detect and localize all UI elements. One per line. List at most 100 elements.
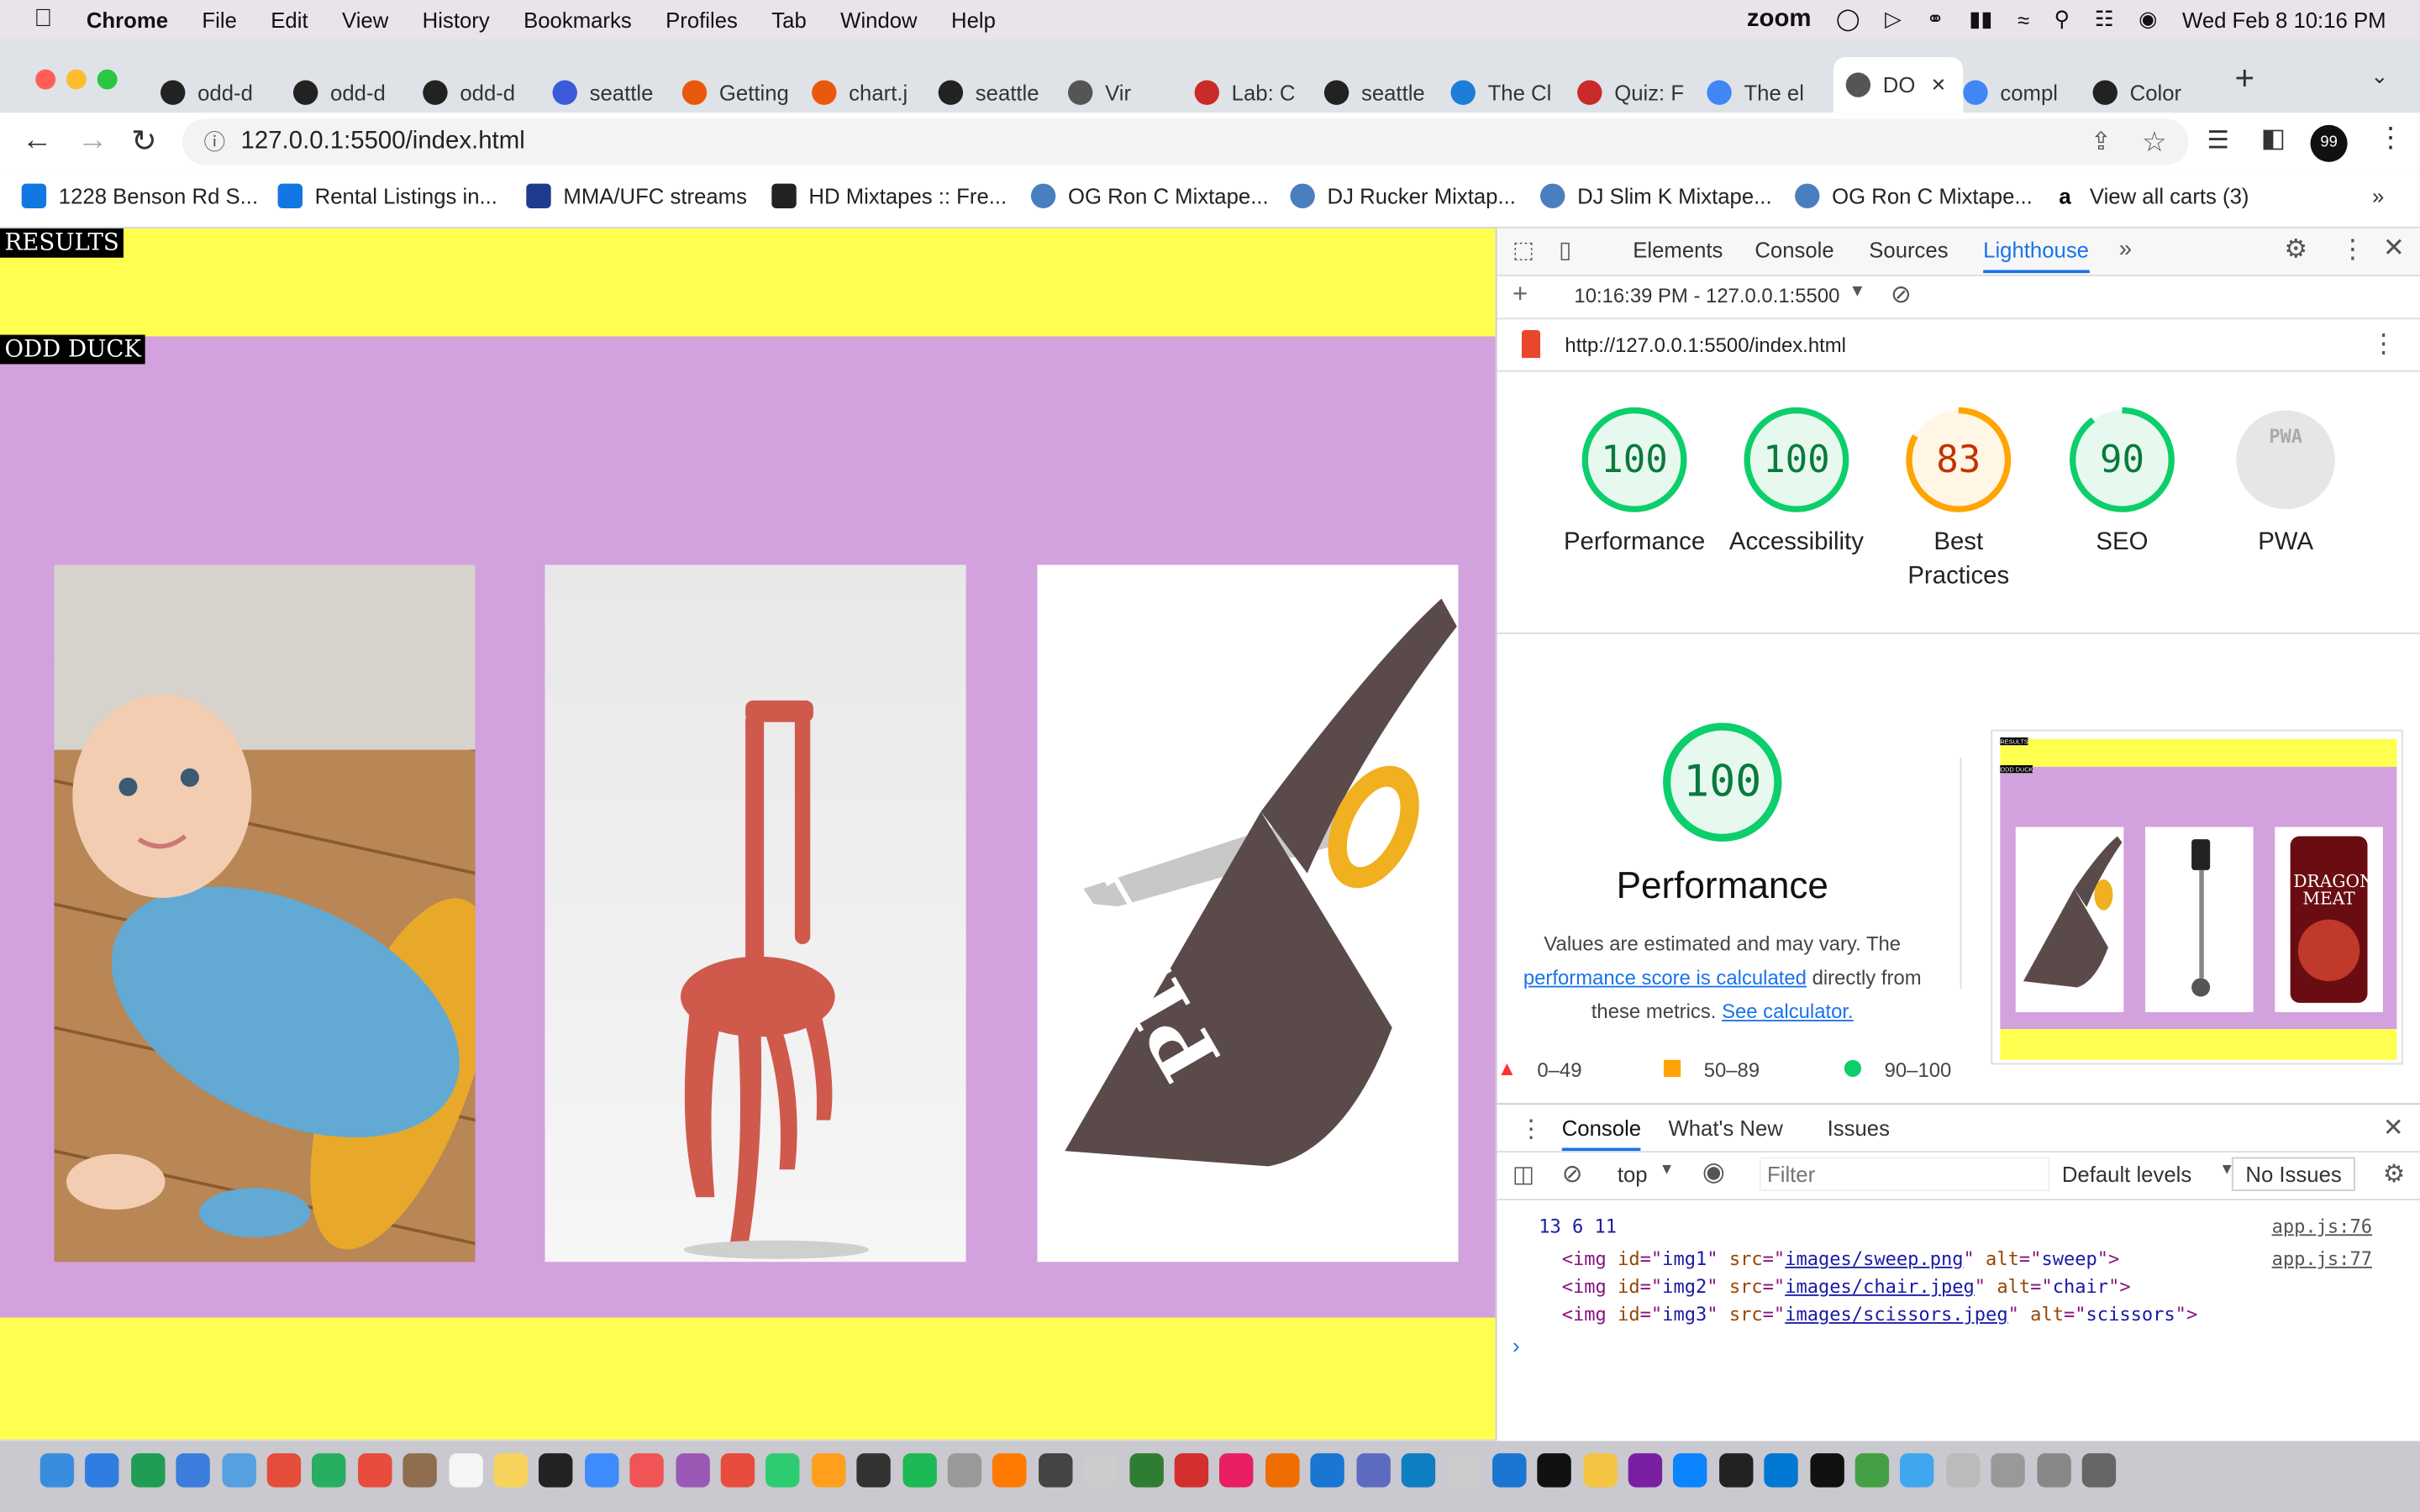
dock-app-icon[interactable] — [765, 1453, 801, 1488]
menu-view[interactable]: View — [342, 7, 388, 31]
browser-tab[interactable]: DO ✕ — [1833, 56, 1964, 113]
menu-edit[interactable]: Edit — [271, 7, 308, 31]
menu-window[interactable]: Window — [840, 7, 917, 31]
url-text[interactable]: 127.0.0.1:5500/index.html — [241, 128, 525, 155]
more-tabs-icon[interactable]: » — [2119, 236, 2132, 262]
console-img-element[interactable]: <img id="img3" src="images/scissors.jpeg… — [1562, 1304, 2197, 1326]
new-report-icon[interactable]: + — [1512, 279, 1528, 310]
browser-tab[interactable]: odd-d — [160, 68, 271, 118]
forward-icon[interactable]: → — [77, 123, 108, 159]
dock-app-icon[interactable] — [902, 1453, 937, 1488]
dock-app-icon[interactable] — [1673, 1453, 1708, 1488]
dock-app-icon[interactable] — [2081, 1453, 2117, 1488]
bookmark-item[interactable]: HD Mixtapes :: Fre... — [771, 183, 1007, 208]
media-icon[interactable]: ☰ — [2207, 125, 2228, 156]
report-url[interactable]: http://127.0.0.1:5500/index.html — [1565, 333, 1846, 357]
clear-icon[interactable]: ⊘ — [1891, 279, 1912, 310]
dock-app-icon[interactable] — [39, 1453, 75, 1488]
context-chevron-icon[interactable]: ▼ — [1659, 1162, 1674, 1179]
dock-app-icon[interactable] — [130, 1453, 166, 1488]
dock-app-icon[interactable] — [947, 1453, 982, 1488]
dock-app-icon[interactable] — [1355, 1453, 1391, 1488]
gauge-best-practices[interactable]: 83 Best Practices — [1874, 406, 2044, 594]
dock-app-icon[interactable] — [1628, 1453, 1663, 1488]
dock-app-icon[interactable] — [675, 1453, 710, 1488]
minimize-window-button[interactable] — [66, 69, 87, 90]
settings-gear-icon[interactable]: ⚙ — [2284, 234, 2307, 265]
gauge-performance[interactable]: 100 Performance — [1549, 406, 1719, 560]
dock-app-icon[interactable] — [448, 1453, 483, 1488]
clock[interactable]: Wed Feb 8 10:16 PM — [2182, 7, 2386, 31]
dock-app-icon[interactable] — [1219, 1453, 1255, 1488]
browser-tab[interactable]: odd-d — [292, 68, 404, 118]
dock-app-icon[interactable] — [1491, 1453, 1527, 1488]
browser-tab[interactable]: Lab: C — [1194, 68, 1306, 118]
app-menu[interactable]: Chrome — [87, 7, 168, 31]
drawer-tab-console[interactable]: Console — [1561, 1116, 1642, 1152]
dock-app-icon[interactable] — [176, 1453, 211, 1488]
dock-app-icon[interactable] — [856, 1453, 892, 1488]
menu-file[interactable]: File — [202, 7, 236, 31]
dock-app-icon[interactable] — [539, 1453, 574, 1488]
zoom-status[interactable]: zoom — [1747, 5, 1812, 33]
browser-tab[interactable]: The el — [1707, 68, 1818, 118]
more-bookmarks-icon[interactable]: » — [2372, 184, 2384, 208]
source-link-77[interactable]: app.js:77 — [2272, 1248, 2372, 1270]
context-selector[interactable]: top — [1618, 1162, 1648, 1186]
side-panel-icon[interactable]: ◧ — [2261, 123, 2286, 155]
image-src-link[interactable]: images/chair.jpeg — [1785, 1276, 1975, 1298]
browser-tab[interactable]: odd-d — [423, 68, 534, 118]
bookmark-item[interactable]: OG Ron C Mixtape... — [1030, 183, 1269, 208]
product-image-chair[interactable] — [544, 564, 966, 1263]
close-drawer-icon[interactable]: ✕ — [2383, 1112, 2404, 1143]
dock-app-icon[interactable] — [720, 1453, 755, 1488]
dock-app-icon[interactable] — [1945, 1453, 1981, 1488]
browser-tab[interactable]: Getting — [681, 68, 793, 118]
dock-app-icon[interactable] — [811, 1453, 846, 1488]
address-bar[interactable]: ⓘ 127.0.0.1:5500/index.html ⇪ ☆ — [182, 118, 2189, 165]
headphones-icon[interactable]: ⚭ — [1926, 6, 1944, 32]
dock-app-icon[interactable] — [266, 1453, 302, 1488]
dock-app-icon[interactable] — [1174, 1453, 1209, 1488]
bookmark-item[interactable]: DJ Slim K Mixtape... — [1540, 183, 1772, 208]
dock-app-icon[interactable] — [312, 1453, 347, 1488]
gauge-seo[interactable]: 90 SEO — [2037, 406, 2207, 560]
dock-app-icon[interactable] — [629, 1453, 665, 1488]
device-toolbar-icon[interactable]: ▯ — [1559, 236, 1571, 264]
browser-tab[interactable]: chart.j — [812, 68, 923, 118]
devtools-menu-icon[interactable]: ⋮ — [2339, 234, 2365, 265]
dock-app-icon[interactable] — [1265, 1453, 1300, 1488]
share-icon[interactable]: ⇪ — [2091, 127, 2112, 158]
calculator-link[interactable]: See calculator. — [1722, 1000, 1854, 1023]
dock-app-icon[interactable] — [1764, 1453, 1799, 1488]
issues-button[interactable]: No Issues — [2231, 1157, 2356, 1191]
log-levels-dropdown[interactable]: Default levels — [2062, 1162, 2191, 1186]
control-center-icon[interactable]: ☷ — [2095, 6, 2114, 32]
console-img-element[interactable]: <img id="img2" src="images/chair.jpeg" a… — [1562, 1276, 2131, 1298]
live-expression-eye-icon[interactable]: ◉ — [1702, 1158, 1725, 1189]
profile-avatar[interactable]: 99 — [2310, 124, 2348, 162]
tab-search-icon[interactable]: ⌄ — [2370, 63, 2389, 89]
dock-app-icon[interactable] — [221, 1453, 256, 1488]
back-icon[interactable]: ← — [22, 123, 53, 159]
source-link-76[interactable]: app.js:76 — [2272, 1215, 2372, 1237]
more-menu-icon[interactable]: ⋮ — [2377, 122, 2405, 155]
dock-app-icon[interactable] — [1083, 1453, 1118, 1488]
menu-bookmarks[interactable]: Bookmarks — [523, 7, 632, 31]
browser-tab[interactable]: seattle — [938, 68, 1050, 118]
score-calc-link[interactable]: performance score is calculated — [1523, 966, 1807, 990]
console-filter-input[interactable] — [1759, 1157, 2050, 1191]
dock-app-icon[interactable] — [1446, 1453, 1481, 1488]
dock-app-icon[interactable] — [1854, 1453, 1890, 1488]
bookmark-item[interactable]: 1228 Benson Rd S... — [21, 183, 258, 208]
siri-icon[interactable]: ◉ — [2139, 6, 2157, 32]
dock-app-icon[interactable] — [1038, 1453, 1073, 1488]
new-tab-icon[interactable]: + — [2235, 59, 2255, 99]
dock-app-icon[interactable] — [357, 1453, 392, 1488]
zoom-window-button[interactable] — [97, 69, 118, 90]
console-prompt-icon[interactable]: › — [1512, 1333, 1520, 1357]
bookmark-item[interactable]: MMA/UFC streams — [526, 183, 747, 208]
reload-icon[interactable]: ↻ — [131, 122, 157, 160]
tab-sources[interactable]: Sources — [1869, 238, 1948, 262]
browser-tab[interactable]: Color — [2092, 68, 2204, 118]
